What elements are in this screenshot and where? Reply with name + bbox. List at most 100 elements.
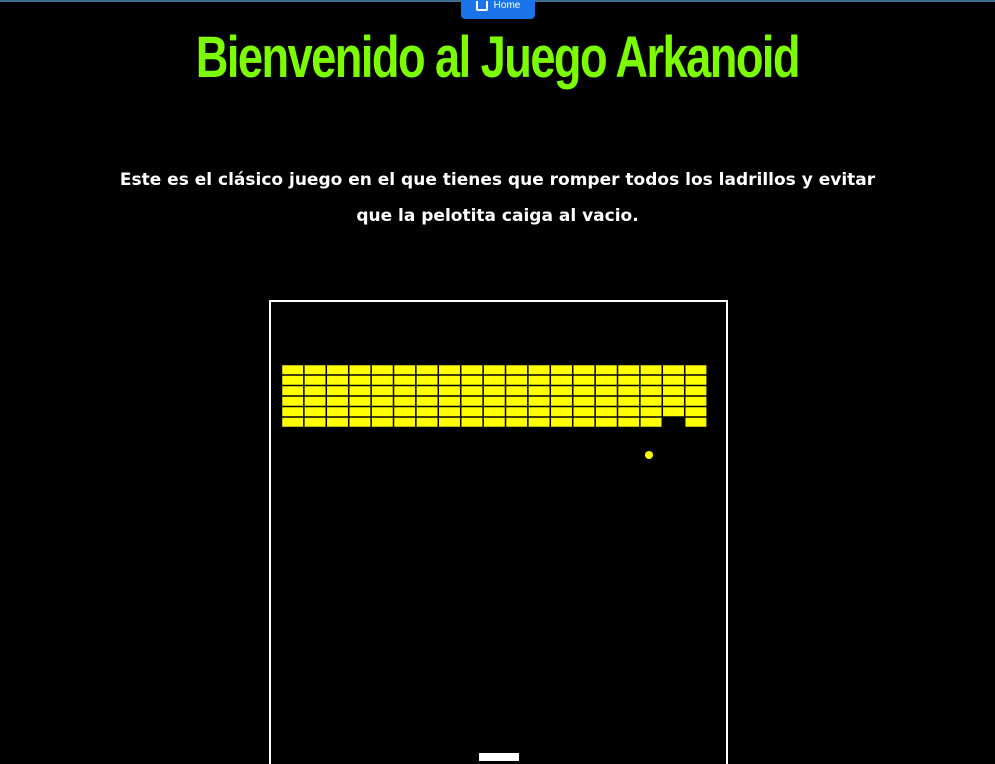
brick — [348, 417, 371, 428]
brick — [595, 417, 618, 428]
brick — [460, 406, 483, 417]
brick — [326, 417, 349, 428]
brick — [684, 375, 707, 386]
brick — [460, 417, 483, 428]
brick — [617, 364, 640, 375]
brick — [326, 396, 349, 407]
brick — [438, 364, 461, 375]
brick — [326, 406, 349, 417]
brick — [371, 396, 394, 407]
brick — [550, 406, 573, 417]
brick — [483, 396, 506, 407]
brick — [348, 406, 371, 417]
brick — [662, 364, 685, 375]
brick — [684, 385, 707, 396]
brick — [617, 406, 640, 417]
brick — [528, 417, 551, 428]
brick — [572, 375, 595, 386]
brick — [572, 385, 595, 396]
brick — [460, 396, 483, 407]
brick — [416, 406, 439, 417]
home-button[interactable]: Home — [461, 0, 535, 19]
intro-text: Este es el clásico juego en el que tiene… — [119, 170, 876, 226]
brick — [393, 396, 416, 407]
brick — [393, 406, 416, 417]
brick — [348, 385, 371, 396]
brick — [483, 417, 506, 428]
brick — [528, 364, 551, 375]
brick — [550, 364, 573, 375]
brick — [640, 406, 663, 417]
brick — [505, 364, 528, 375]
game-board[interactable] — [269, 300, 728, 764]
brick — [348, 375, 371, 386]
brick — [640, 417, 663, 428]
brick — [371, 417, 394, 428]
brick — [684, 396, 707, 407]
brick — [684, 406, 707, 417]
brick — [595, 364, 618, 375]
brick — [371, 385, 394, 396]
brick — [640, 385, 663, 396]
brick — [505, 417, 528, 428]
brick — [348, 364, 371, 375]
brick — [483, 375, 506, 386]
brick — [483, 385, 506, 396]
brick — [684, 417, 707, 428]
brick — [326, 364, 349, 375]
brick — [662, 406, 685, 417]
brick — [281, 396, 304, 407]
brick — [326, 375, 349, 386]
brick — [438, 385, 461, 396]
brick — [281, 375, 304, 386]
brick — [505, 406, 528, 417]
brick — [572, 417, 595, 428]
brick — [617, 385, 640, 396]
brick — [505, 385, 528, 396]
brick — [281, 385, 304, 396]
brick — [595, 406, 618, 417]
brick — [550, 375, 573, 386]
brick — [595, 385, 618, 396]
brick — [393, 417, 416, 428]
brick — [662, 375, 685, 386]
brick — [438, 406, 461, 417]
brick — [371, 375, 394, 386]
brick — [438, 396, 461, 407]
brick — [617, 396, 640, 407]
brick — [684, 364, 707, 375]
brick — [304, 385, 327, 396]
brick — [595, 396, 618, 407]
brick — [550, 396, 573, 407]
brick — [326, 385, 349, 396]
brick — [371, 364, 394, 375]
brick — [304, 396, 327, 407]
brick — [550, 417, 573, 428]
brick — [438, 375, 461, 386]
game-canvas — [281, 364, 707, 761]
brick — [393, 364, 416, 375]
brick — [505, 396, 528, 407]
brick — [393, 375, 416, 386]
home-icon — [475, 1, 488, 11]
brick — [483, 406, 506, 417]
brick — [617, 375, 640, 386]
brick — [662, 385, 685, 396]
brick — [528, 385, 551, 396]
brick — [528, 375, 551, 386]
brick — [371, 406, 394, 417]
ball — [645, 451, 653, 459]
brick — [550, 385, 573, 396]
brick — [393, 385, 416, 396]
brick — [416, 364, 439, 375]
brick — [460, 364, 483, 375]
paddle[interactable] — [479, 753, 519, 761]
brick — [572, 396, 595, 407]
brick — [640, 375, 663, 386]
brick — [617, 417, 640, 428]
brick — [460, 385, 483, 396]
brick — [640, 364, 663, 375]
brick — [662, 396, 685, 407]
brick — [595, 375, 618, 386]
brick — [304, 406, 327, 417]
